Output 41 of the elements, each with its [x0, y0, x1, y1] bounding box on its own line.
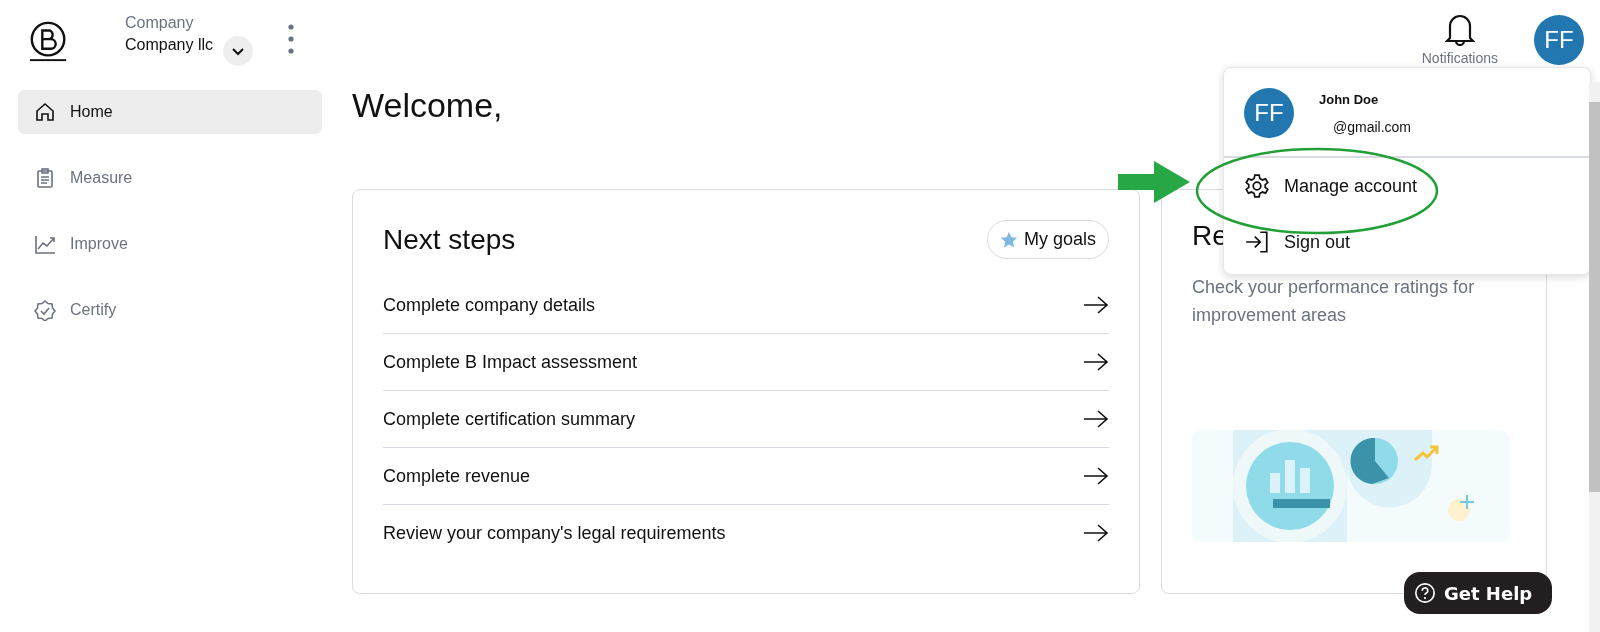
arrow-right-icon: [1083, 523, 1109, 543]
next-step-link[interactable]: Complete B Impact assessment: [383, 334, 1109, 391]
trend-chart-icon: [34, 233, 56, 255]
star-icon: [999, 230, 1018, 249]
my-goals-button[interactable]: My goals: [986, 220, 1109, 259]
next-step-link[interactable]: Complete certification summary: [383, 391, 1109, 448]
sidebar-item[interactable]: Certify: [18, 288, 322, 332]
card-description: Check your performance ratings for improvement areas: [1192, 276, 1476, 327]
clipboard-icon: [34, 167, 56, 189]
pointer-arrow: [1118, 161, 1190, 203]
more-icon: [288, 24, 295, 54]
arrow-right-icon: [1083, 295, 1109, 315]
user-name: John Doe: [1319, 91, 1380, 107]
arrow-right-icon: [1083, 409, 1109, 429]
more-menu-button[interactable]: [288, 24, 295, 54]
next-step-link[interactable]: Review your company's legal requirements: [383, 505, 1109, 561]
sign-out-icon: [1244, 229, 1270, 255]
user-avatar: FF: [1244, 88, 1294, 138]
avatar-button[interactable]: FF: [1534, 15, 1584, 65]
company-label: Company: [125, 14, 195, 32]
arrow-right-icon: [1083, 466, 1109, 486]
company-name: Company llc: [125, 36, 214, 54]
menu-item[interactable]: Manage account: [1224, 158, 1590, 214]
get-help-button[interactable]: Get Help: [1404, 572, 1553, 614]
settings-icon: [1244, 173, 1270, 199]
sidebar-item[interactable]: Home: [18, 90, 322, 134]
menu-item[interactable]: Sign out: [1224, 214, 1590, 270]
sidebar-item[interactable]: Measure: [18, 156, 322, 200]
card-title: Next steps: [383, 223, 516, 256]
help-icon: [1414, 582, 1436, 604]
notifications-button[interactable]: Notifications: [1421, 12, 1498, 66]
badge-check-icon: [34, 299, 56, 321]
next-step-link[interactable]: Complete company details: [383, 277, 1109, 334]
user-email: @gmail.com: [1332, 118, 1411, 135]
welcome-heading: Welcome,: [352, 86, 503, 125]
arrow-right-icon: [1083, 352, 1109, 372]
home-icon: [34, 101, 56, 123]
company-dropdown-button[interactable]: [223, 36, 254, 66]
bell-icon: [1444, 12, 1475, 46]
sidebar-item[interactable]: Improve: [18, 222, 322, 266]
next-step-link[interactable]: Complete revenue: [383, 448, 1109, 505]
